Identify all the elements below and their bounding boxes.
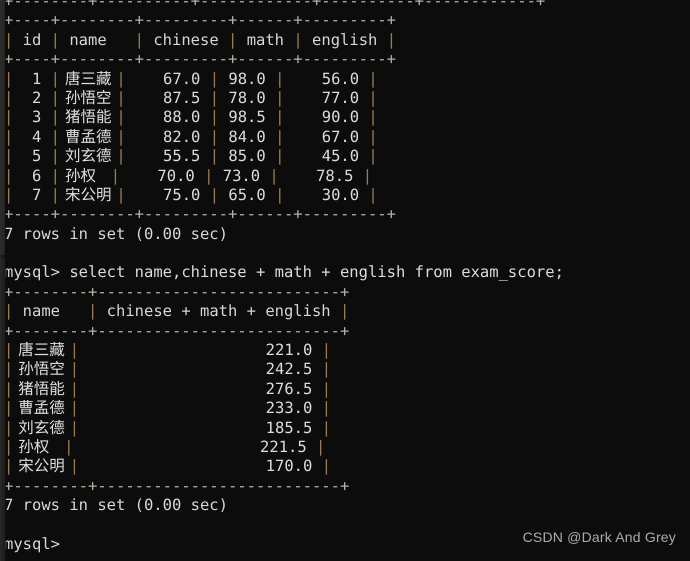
exam-score-table-top-rule: +----+--------+---------+------+--------… xyxy=(4,11,396,30)
total-score-table-row: | 宋公明 | 170.0 | xyxy=(4,457,332,476)
total-score-table-top-rule: +--------+--------------------------+ xyxy=(4,282,350,301)
exam-score-table-row: | 4 | 曹孟德 | 82.0 | 84.0 | 67.0 | xyxy=(4,127,378,146)
active-prompt[interactable]: mysql> xyxy=(4,535,564,554)
total-score-table-header-row: | name | chinese + math + english | xyxy=(4,302,350,321)
total-score-table-bottom-rule: +--------+--------------------------+ xyxy=(4,476,350,495)
total-score-table-row: | 猪悟能 | 276.5 | xyxy=(4,379,332,398)
query1-status: 7 rows in set (0.00 sec) xyxy=(4,224,228,243)
total-score-table-row: | 孙权 | 221.5 | xyxy=(4,437,326,456)
total-score-table-row: | 孙悟空 | 242.5 | xyxy=(4,360,332,379)
console-output: +--------+----------+------------+------… xyxy=(4,0,564,554)
exam-score-table-row: | 7 | 宋公明 | 75.0 | 65.0 | 30.0 | xyxy=(4,185,378,204)
query2-status: 7 rows in set (0.00 sec) xyxy=(4,496,228,515)
total-score-table-row: | 唐三藏 | 221.0 | xyxy=(4,341,332,360)
query2-command-line[interactable]: mysql> select name,chinese + math + engl… xyxy=(4,263,564,282)
scrolled-partial-rule: +--------+----------+------------+------… xyxy=(4,0,546,10)
total-score-table-row: | 曹孟德 | 233.0 | xyxy=(4,399,332,418)
total-score-table-row: | 刘玄德 | 185.5 | xyxy=(4,418,332,437)
exam-score-table-header-sep: +----+--------+---------+------+--------… xyxy=(4,50,396,69)
exam-score-table-header-row: | id | name | chinese | math | english | xyxy=(4,30,397,49)
exam-score-table-row: | 6 | 孙权 | 70.0 | 73.0 | 78.5 | xyxy=(4,166,373,185)
exam-score-table-row: | 1 | 唐三藏 | 67.0 | 98.0 | 56.0 | xyxy=(4,69,378,88)
exam-score-table-row: | 5 | 刘玄德 | 55.5 | 85.0 | 45.0 | xyxy=(4,147,378,166)
exam-score-table-row: | 3 | 猪悟能 | 88.0 | 98.5 | 90.0 | xyxy=(4,108,378,127)
terminal-window[interactable]: +--------+----------+------------+------… xyxy=(0,0,690,561)
exam-score-table-row: | 2 | 孙悟空 | 87.5 | 78.0 | 77.0 | xyxy=(4,88,378,107)
terminal-screen: +--------+----------+------------+------… xyxy=(4,0,564,554)
csdn-watermark: CSDN @Dark And Grey xyxy=(522,529,676,545)
total-score-table-header-sep: +--------+--------------------------+ xyxy=(4,321,350,340)
exam-score-table-bottom-rule: +----+--------+---------+------+--------… xyxy=(4,205,396,224)
